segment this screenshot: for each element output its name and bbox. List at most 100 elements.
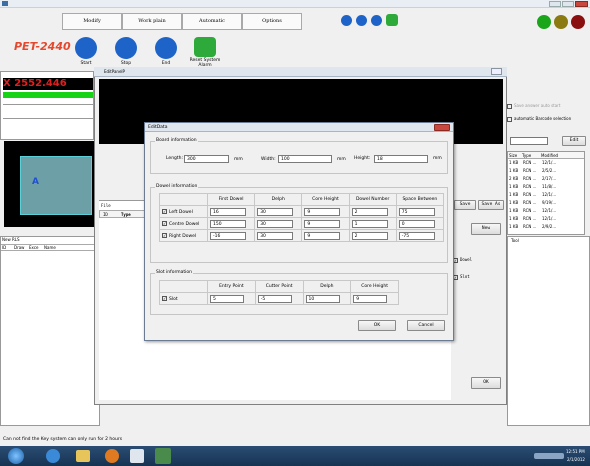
width-input[interactable]: 100 [278,155,332,163]
reset-icon[interactable] [386,14,398,26]
tab-automatic[interactable]: Automatic [182,13,242,30]
centre-delph-input[interactable]: 30 [257,219,294,228]
play-icon[interactable] [341,15,352,26]
right-dowel-number-input[interactable]: 2 [351,231,388,240]
file-cell: 1 KB [509,184,519,189]
tab-work-plain[interactable]: Work plain [122,13,182,30]
slot-checkbox[interactable]: ✓ Slot [159,292,208,305]
left-dowel-number-input[interactable]: 2 [351,207,388,216]
clock-date: 2/1/2012 [567,457,585,462]
stop-button[interactable] [115,37,137,59]
col-name[interactable]: Name [44,245,56,250]
col-dowel-number: Dowel Number [348,193,397,206]
save-button[interactable]: Save [454,200,476,210]
col-type[interactable]: Type [121,212,131,217]
tab-options[interactable]: Options [242,13,302,30]
centre-dowel-checkbox[interactable]: ✓ Centre Dowel [159,217,208,230]
start-orb-icon[interactable] [8,448,24,464]
col-modified[interactable]: Modified [541,153,558,158]
close-button[interactable] [575,1,588,7]
right-core-height-input[interactable]: 9 [304,231,341,240]
app-window-icon[interactable] [130,449,144,463]
file-list-header: Size Type Modified [508,152,584,159]
file-row[interactable]: 1 KB RCN ... 12/1/... [508,192,578,200]
file-cell: 2/17/... [542,176,557,181]
table-row: ✓ Centre Dowel 150 30 9 1 0 [159,217,445,230]
file-cell: RCN ... [523,176,537,181]
tray-icons[interactable] [534,453,564,459]
file-cell: RCN ... [523,192,537,197]
window-close-icon[interactable] [491,68,502,75]
file-cell: 1 KB [509,216,519,221]
col-exce[interactable]: Exce [29,245,38,250]
centre-space-between-input[interactable]: 0 [398,219,435,228]
file-row[interactable]: 1 KB RCN ... 12/1/... [508,208,578,216]
slot-core-height-input[interactable]: 9 [353,294,388,303]
tool-column-header[interactable]: Tool [511,238,519,243]
cutter-point-input[interactable]: -5 [257,294,292,303]
stop-icon[interactable] [371,15,382,26]
minimize-button[interactable] [549,1,561,7]
file-row[interactable]: 1 KB RCN ... 11/8/... [508,184,578,192]
file-dropdown[interactable] [510,137,548,145]
file-row[interactable]: 1 KB RCN ... 2/5/2... [508,168,578,176]
col-size[interactable]: Size [509,153,517,158]
width-label: Width: [261,157,276,162]
length-label: Length: [166,156,184,161]
file-row[interactable]: 1 KB RCN ... 2/9/2... [508,224,578,232]
length-input[interactable]: 300 [184,155,229,163]
left-dowel-checkbox[interactable]: ✓ Left Dowel [159,205,208,218]
ok-button[interactable]: OK [471,377,501,389]
dowel-header-row: First Dowel Delph Core Height Dowel Numb… [159,193,445,206]
file-cell: 11/8/... [542,184,557,189]
col-id[interactable]: ID [103,212,108,217]
dialog-close-button[interactable] [434,124,450,131]
right-space-between-input[interactable]: -75 [398,231,435,240]
folder-icon[interactable] [76,450,90,462]
slot-info-title: Slot information [155,270,194,275]
col-type[interactable]: Type [522,153,531,158]
file-cell: 12/1/... [542,160,557,165]
pet-app-icon[interactable] [155,448,171,464]
left-core-height-input[interactable]: 9 [304,207,341,216]
col-draw[interactable]: Draw [14,245,24,250]
file-label: File [101,203,111,208]
dowel-checkbox[interactable]: ✓ Dowel [453,257,472,263]
left-space-between-input[interactable]: 75 [398,207,435,216]
file-row[interactable]: 2 KB RCN ... 2/17/... [508,176,578,184]
file-row[interactable]: 1 KB RCN ... 12/1/... [508,216,578,224]
file-row[interactable]: 1 KB RCN ... 9/19/... [508,200,578,208]
entry-point-input[interactable]: 5 [210,294,244,303]
slot-checkbox[interactable]: ✓ Slot [453,274,470,280]
media-icon[interactable] [105,449,119,463]
right-first-dowel-input[interactable]: -16 [210,231,246,240]
height-input[interactable]: 18 [374,155,428,163]
tab-modify[interactable]: Modify [62,13,122,30]
cancel-button[interactable]: Cancel [407,320,445,331]
centre-dowel-number-input[interactable]: 1 [351,219,388,228]
centre-core-height-input[interactable]: 9 [304,219,341,228]
left-first-dowel-input[interactable]: 16 [210,207,246,216]
end-button[interactable] [155,37,177,59]
save-as-button[interactable]: Save As [478,200,504,210]
maximize-button[interactable] [562,1,574,7]
browser-icon[interactable] [46,449,60,463]
auto-start-checkbox[interactable]: Save answer auto start [507,103,560,109]
barcode-checkbox[interactable]: automatic Barcode selection [507,116,571,122]
col-id[interactable]: ID [2,245,6,250]
dialog-title: EditData [148,125,168,130]
new-button[interactable]: New [471,223,501,235]
left-delph-input[interactable]: 30 [257,207,294,216]
ok-button[interactable]: OK [358,320,396,331]
edit-button[interactable]: Edit [562,136,586,146]
reset-alarm-button[interactable] [194,37,216,57]
file-row[interactable]: 1 KB RCN ... 12/1/... [508,160,578,168]
start-button[interactable] [75,37,97,59]
slot-delph-input[interactable]: 10 [305,294,340,303]
col-space-between: Space Between [395,193,445,206]
edit-data-dialog: EditData Board information Length: 300 m… [144,122,454,341]
right-dowel-checkbox[interactable]: ✓ Right Dowel [159,229,208,242]
right-delph-input[interactable]: 30 [257,231,294,240]
pause-icon[interactable] [356,15,367,26]
centre-first-dowel-input[interactable]: 150 [210,219,246,228]
